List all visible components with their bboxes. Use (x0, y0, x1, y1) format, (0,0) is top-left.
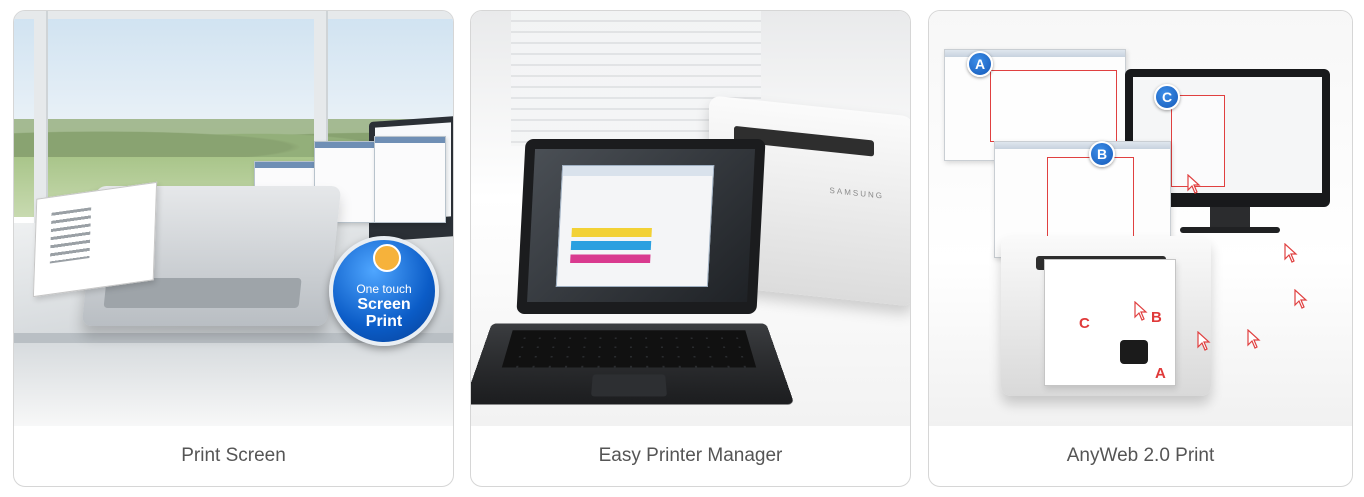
marker-b: B (1089, 141, 1115, 167)
feature-card-anyweb-print[interactable]: A B C B C A AnyWeb 2.0 Print (928, 10, 1353, 487)
badge-word-print: Print (366, 313, 402, 330)
printer-manager-app-window (556, 165, 714, 287)
laptop-screen (516, 139, 765, 314)
feature-card-print-screen[interactable]: One touch Screen Print Print Screen (13, 10, 454, 487)
hand-tap-icon (373, 244, 401, 272)
cursor-icon (1294, 289, 1308, 309)
badge-line-2: Screen Print (333, 296, 435, 330)
print-screen-illustration: One touch Screen Print (14, 11, 453, 426)
cursor-icon (1134, 301, 1148, 321)
cursor-icon (1247, 329, 1261, 349)
window-frame-left (34, 11, 48, 226)
card-caption[interactable]: AnyWeb 2.0 Print (929, 426, 1352, 486)
toner-level-bars (570, 228, 652, 268)
feature-card-easy-printer-manager[interactable]: SAMSUNG Easy Printer Manager (470, 10, 911, 487)
cursor-icon (1187, 174, 1201, 194)
card-caption[interactable]: Print Screen (14, 426, 453, 486)
screen-window (374, 136, 446, 223)
marker-a: A (967, 51, 993, 77)
marker-c: C (1154, 84, 1180, 110)
page-label-b: B (1151, 309, 1162, 326)
cursor-icon (1197, 331, 1211, 351)
card-caption[interactable]: Easy Printer Manager (471, 426, 910, 486)
one-touch-screen-print-badge: One touch Screen Print (329, 236, 439, 346)
desk-shadow (14, 343, 453, 426)
easy-printer-manager-illustration: SAMSUNG (471, 11, 910, 426)
page-label-c: C (1079, 315, 1090, 332)
page-label-a: A (1155, 365, 1166, 382)
window-frame-top (14, 11, 453, 19)
touchpad (591, 374, 667, 396)
badge-line-1: One touch (333, 282, 435, 296)
cursor-icon (1284, 243, 1298, 263)
laptop-keyboard (471, 323, 795, 404)
anyweb-print-illustration: A B C B C A (929, 11, 1352, 426)
badge-word-screen: Screen (357, 296, 410, 313)
printer-brand-label: SAMSUNG (830, 186, 884, 201)
printed-page (33, 182, 157, 297)
